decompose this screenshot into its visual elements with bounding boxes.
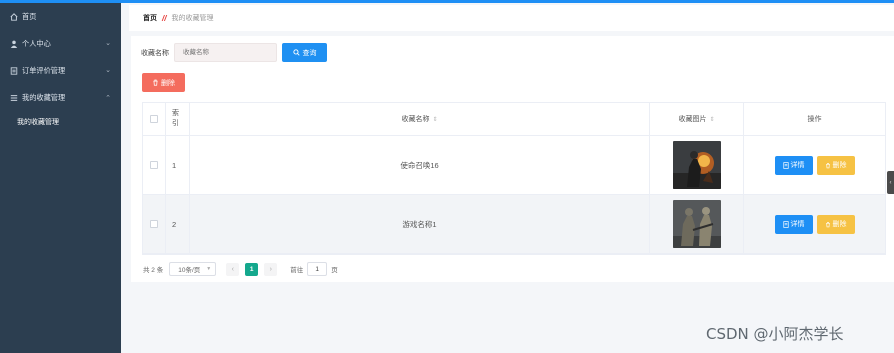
row-image-cell bbox=[650, 136, 744, 194]
detail-button[interactable]: 详情 bbox=[774, 155, 813, 175]
row-name: 使命召唤16 bbox=[190, 136, 650, 194]
pagination: 共 2 条 10条/页 ▼ ‹ 1 › 前往 1 页 bbox=[143, 262, 338, 276]
next-page-button[interactable]: › bbox=[264, 262, 278, 276]
table-row: 2 游戏名称1 详情 删除 bbox=[143, 195, 885, 254]
row-select[interactable] bbox=[143, 136, 166, 194]
row-image-cell bbox=[650, 195, 744, 253]
main-content: 首页 // 我的收藏管理 收藏名称 查询 删除 索引 收藏名称⇕ bbox=[121, 3, 894, 353]
header-ops: 操作 bbox=[744, 103, 885, 135]
trash-icon bbox=[152, 79, 159, 86]
delete-button[interactable]: 删除 bbox=[816, 214, 855, 234]
sidebar-item-label: 个人中心 bbox=[22, 38, 51, 48]
sidebar-item-favorites[interactable]: 我的收藏管理 ⌃ bbox=[0, 84, 121, 111]
sidebar-item-label: 订单评价管理 bbox=[22, 65, 66, 75]
header-name[interactable]: 收藏名称 ⇕ bbox=[190, 103, 650, 135]
list-icon bbox=[9, 66, 18, 75]
search-input[interactable] bbox=[174, 43, 277, 62]
sidebar: 首页 个人中心 ⌄ 订单评价管理 ⌄ 我的收藏管理 ⌃ 我的收藏管理 bbox=[0, 3, 121, 353]
chevron-left-icon: ‹ bbox=[231, 265, 234, 273]
breadcrumb-separator: // bbox=[162, 13, 167, 23]
header-image[interactable]: 收藏图片 ⇕ bbox=[650, 103, 744, 135]
sidebar-subitem-favorites-manage[interactable]: 我的收藏管理 bbox=[0, 111, 121, 133]
breadcrumb-home[interactable]: 首页 bbox=[143, 13, 157, 23]
content-panel: 收藏名称 查询 删除 索引 收藏名称⇕ 收藏图片⇕ 操作 bbox=[131, 36, 894, 282]
menu-icon bbox=[9, 93, 18, 102]
document-icon bbox=[782, 220, 789, 228]
row-actions: 详情 删除 bbox=[744, 136, 885, 194]
soldier-armor-thumbnail[interactable] bbox=[672, 200, 721, 248]
sort-icon[interactable]: ⇕ bbox=[432, 116, 437, 123]
header-image-label: 收藏图片 bbox=[678, 116, 707, 123]
home-icon bbox=[9, 12, 18, 21]
row-checkbox[interactable] bbox=[150, 220, 158, 228]
batch-delete-label: 删除 bbox=[161, 79, 175, 87]
user-icon bbox=[9, 39, 18, 48]
row-checkbox[interactable] bbox=[150, 161, 158, 169]
sidebar-item-home[interactable]: 首页 bbox=[0, 3, 121, 30]
sidebar-item-label: 首页 bbox=[22, 11, 37, 21]
row-name: 游戏名称1 bbox=[190, 195, 650, 253]
sidebar-item-order-review[interactable]: 订单评价管理 ⌄ bbox=[0, 57, 121, 84]
sidebar-subitem-label: 我的收藏管理 bbox=[17, 119, 59, 126]
favorites-table: 索引 收藏名称 ⇕ 收藏图片 ⇕ 操作 1 使命召唤16 详情 删除 2 游戏名… bbox=[142, 102, 886, 255]
batch-delete-button[interactable]: 删除 bbox=[142, 73, 185, 92]
sidebar-item-personal-center[interactable]: 个人中心 ⌄ bbox=[0, 30, 121, 57]
table-header: 索引 收藏名称 ⇕ 收藏图片 ⇕ 操作 bbox=[143, 103, 885, 136]
header-name-label: 收藏名称 bbox=[401, 116, 430, 123]
chevron-up-icon: ⌃ bbox=[105, 95, 111, 102]
table-row: 1 使命召唤16 详情 删除 bbox=[143, 136, 885, 195]
trash-icon bbox=[825, 162, 831, 169]
search-label: 收藏名称 bbox=[141, 49, 169, 57]
row-select[interactable] bbox=[143, 195, 166, 253]
delete-button[interactable]: 删除 bbox=[816, 155, 855, 175]
document-icon bbox=[782, 161, 789, 169]
breadcrumb-current: 我的收藏管理 bbox=[171, 15, 214, 22]
pagination-total: 共 2 条 bbox=[143, 267, 164, 274]
chevron-down-icon: ⌄ bbox=[105, 67, 111, 74]
chevron-right-icon: › bbox=[269, 265, 272, 273]
search-icon bbox=[292, 49, 300, 56]
select-all-checkbox[interactable] bbox=[150, 115, 158, 123]
page-size-value: 10条/页 bbox=[178, 267, 201, 274]
page-suffix: 页 bbox=[331, 267, 338, 274]
row-actions: 详情 删除 bbox=[744, 195, 885, 253]
breadcrumb: 首页 // 我的收藏管理 bbox=[129, 5, 894, 31]
goto-label: 前往 bbox=[290, 267, 304, 274]
header-ops-label: 操作 bbox=[807, 116, 822, 123]
page-number-current[interactable]: 1 bbox=[245, 262, 259, 276]
detail-button-label: 详情 bbox=[790, 221, 805, 228]
soldier-fire-thumbnail[interactable] bbox=[672, 141, 721, 189]
header-index: 索引 bbox=[166, 103, 190, 135]
search-button-label: 查询 bbox=[302, 49, 317, 57]
detail-button-label: 详情 bbox=[790, 162, 805, 169]
delete-button-label: 删除 bbox=[832, 162, 847, 169]
header-index-label: 索引 bbox=[172, 110, 179, 127]
search-button[interactable]: 查询 bbox=[282, 43, 327, 62]
prev-page-button[interactable]: ‹ bbox=[226, 262, 240, 276]
header-select-all[interactable] bbox=[143, 103, 166, 135]
watermark: CSDN @小阿杰学长 bbox=[706, 325, 844, 343]
settings-drawer-tab[interactable]: ‹ bbox=[887, 171, 894, 194]
delete-button-label: 删除 bbox=[832, 221, 847, 228]
page-size-select[interactable]: 10条/页 ▼ bbox=[169, 262, 217, 276]
chevron-down-icon: ⌄ bbox=[105, 40, 111, 47]
row-index: 1 bbox=[166, 136, 190, 194]
chevron-down-icon: ▼ bbox=[206, 266, 212, 272]
chevron-left-icon: ‹ bbox=[889, 179, 892, 186]
row-index: 2 bbox=[166, 195, 190, 253]
sidebar-item-label: 我的收藏管理 bbox=[22, 92, 66, 102]
sort-icon[interactable]: ⇕ bbox=[709, 116, 714, 123]
search-bar: 收藏名称 查询 bbox=[141, 43, 327, 62]
trash-icon bbox=[825, 221, 831, 228]
goto-page-input[interactable]: 1 bbox=[307, 262, 328, 276]
detail-button[interactable]: 详情 bbox=[774, 214, 813, 234]
